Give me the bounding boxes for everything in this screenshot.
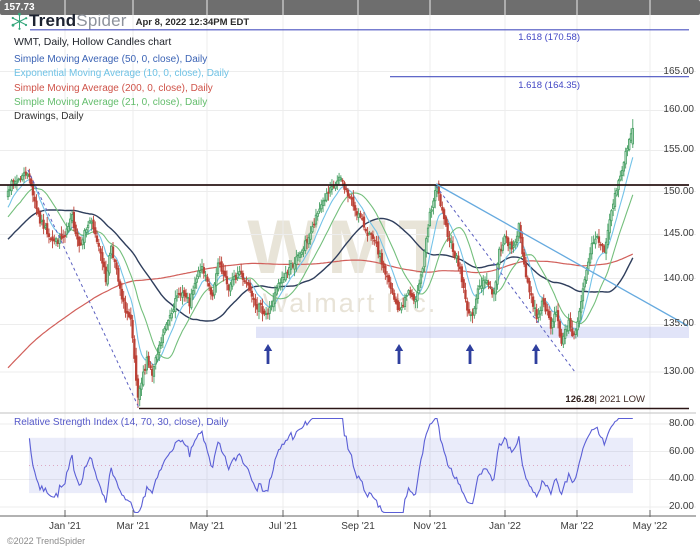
chart-title: WMT, Daily, Hollow Candles chart — [14, 36, 172, 48]
legend-item[interactable]: Simple Moving Average (200, 0, close), D… — [14, 82, 229, 96]
axis-label: Jul '21 — [268, 521, 298, 532]
axis-label: 80.00 — [668, 418, 694, 429]
axis-label: 135.00 — [663, 318, 694, 329]
axis-label: 140.00 — [663, 273, 694, 284]
rsi-legend-label[interactable]: Relative Strength Index (14, 70, 30, clo… — [14, 417, 229, 428]
axis-label: 155.00 — [663, 144, 694, 155]
buy-signal-arrow — [394, 344, 404, 364]
axis-label: Jan '21 — [49, 521, 81, 532]
buy-signal-arrow — [263, 344, 273, 364]
legend-item[interactable]: Simple Moving Average (21, 0, close), Da… — [14, 96, 229, 110]
axis-label: 20.00 — [668, 501, 694, 512]
indicator-legend: Simple Moving Average (50, 0, close), Da… — [14, 53, 229, 124]
fib-extension-label-1[interactable]: 1.618 (170.58) — [410, 32, 580, 43]
legend-item[interactable]: Simple Moving Average (50, 0, close), Da… — [14, 53, 229, 67]
low-price-value: 126.28 — [565, 394, 595, 405]
legend-item[interactable]: Drawings, Daily — [14, 110, 229, 124]
axis-label: 150.00 — [663, 186, 694, 197]
app-logo[interactable]: Trend Spider Apr 8, 2022 12:34PM EDT — [10, 11, 249, 31]
axis-label: 60.00 — [668, 446, 694, 457]
copyright-text: ©2022 TrendSpider — [7, 536, 86, 546]
low-line-label[interactable]: 126.28| 2021 LOW — [445, 394, 645, 405]
axis-label: Jan '22 — [489, 521, 521, 532]
axis-label: May '21 — [189, 521, 225, 532]
legend-item[interactable]: Exponential Moving Average (10, 0, close… — [14, 67, 229, 81]
buy-signal-arrow — [531, 344, 541, 364]
axis-label: Mar '21 — [116, 521, 150, 532]
axis-label: May '22 — [632, 521, 668, 532]
axis-label: 145.00 — [663, 228, 694, 239]
axis-label: Sep '21 — [341, 521, 375, 532]
logo-text-trend: Trend — [29, 11, 77, 30]
axis-label: 165.00 — [663, 66, 694, 77]
trendspider-web-icon — [11, 12, 28, 30]
axis-label: 130.00 — [663, 366, 694, 377]
logo-text-spider: Spider — [76, 11, 127, 30]
buy-signal-arrow — [465, 344, 475, 364]
fib-extension-label-2[interactable]: 1.618 (164.35) — [410, 80, 580, 91]
low-line-caption: | 2021 LOW — [594, 394, 645, 405]
axis-label: 40.00 — [668, 473, 694, 484]
axis-label: Nov '21 — [413, 521, 447, 532]
axis-label: Mar '22 — [560, 521, 594, 532]
axis-label: 160.00 — [663, 104, 694, 115]
trendspider-chart-window: WMT Walmart Inc. Trend Spider Apr 8, 2022… — [0, 0, 700, 548]
chart-datetime: Apr 8, 2022 12:34PM EDT — [135, 17, 250, 28]
